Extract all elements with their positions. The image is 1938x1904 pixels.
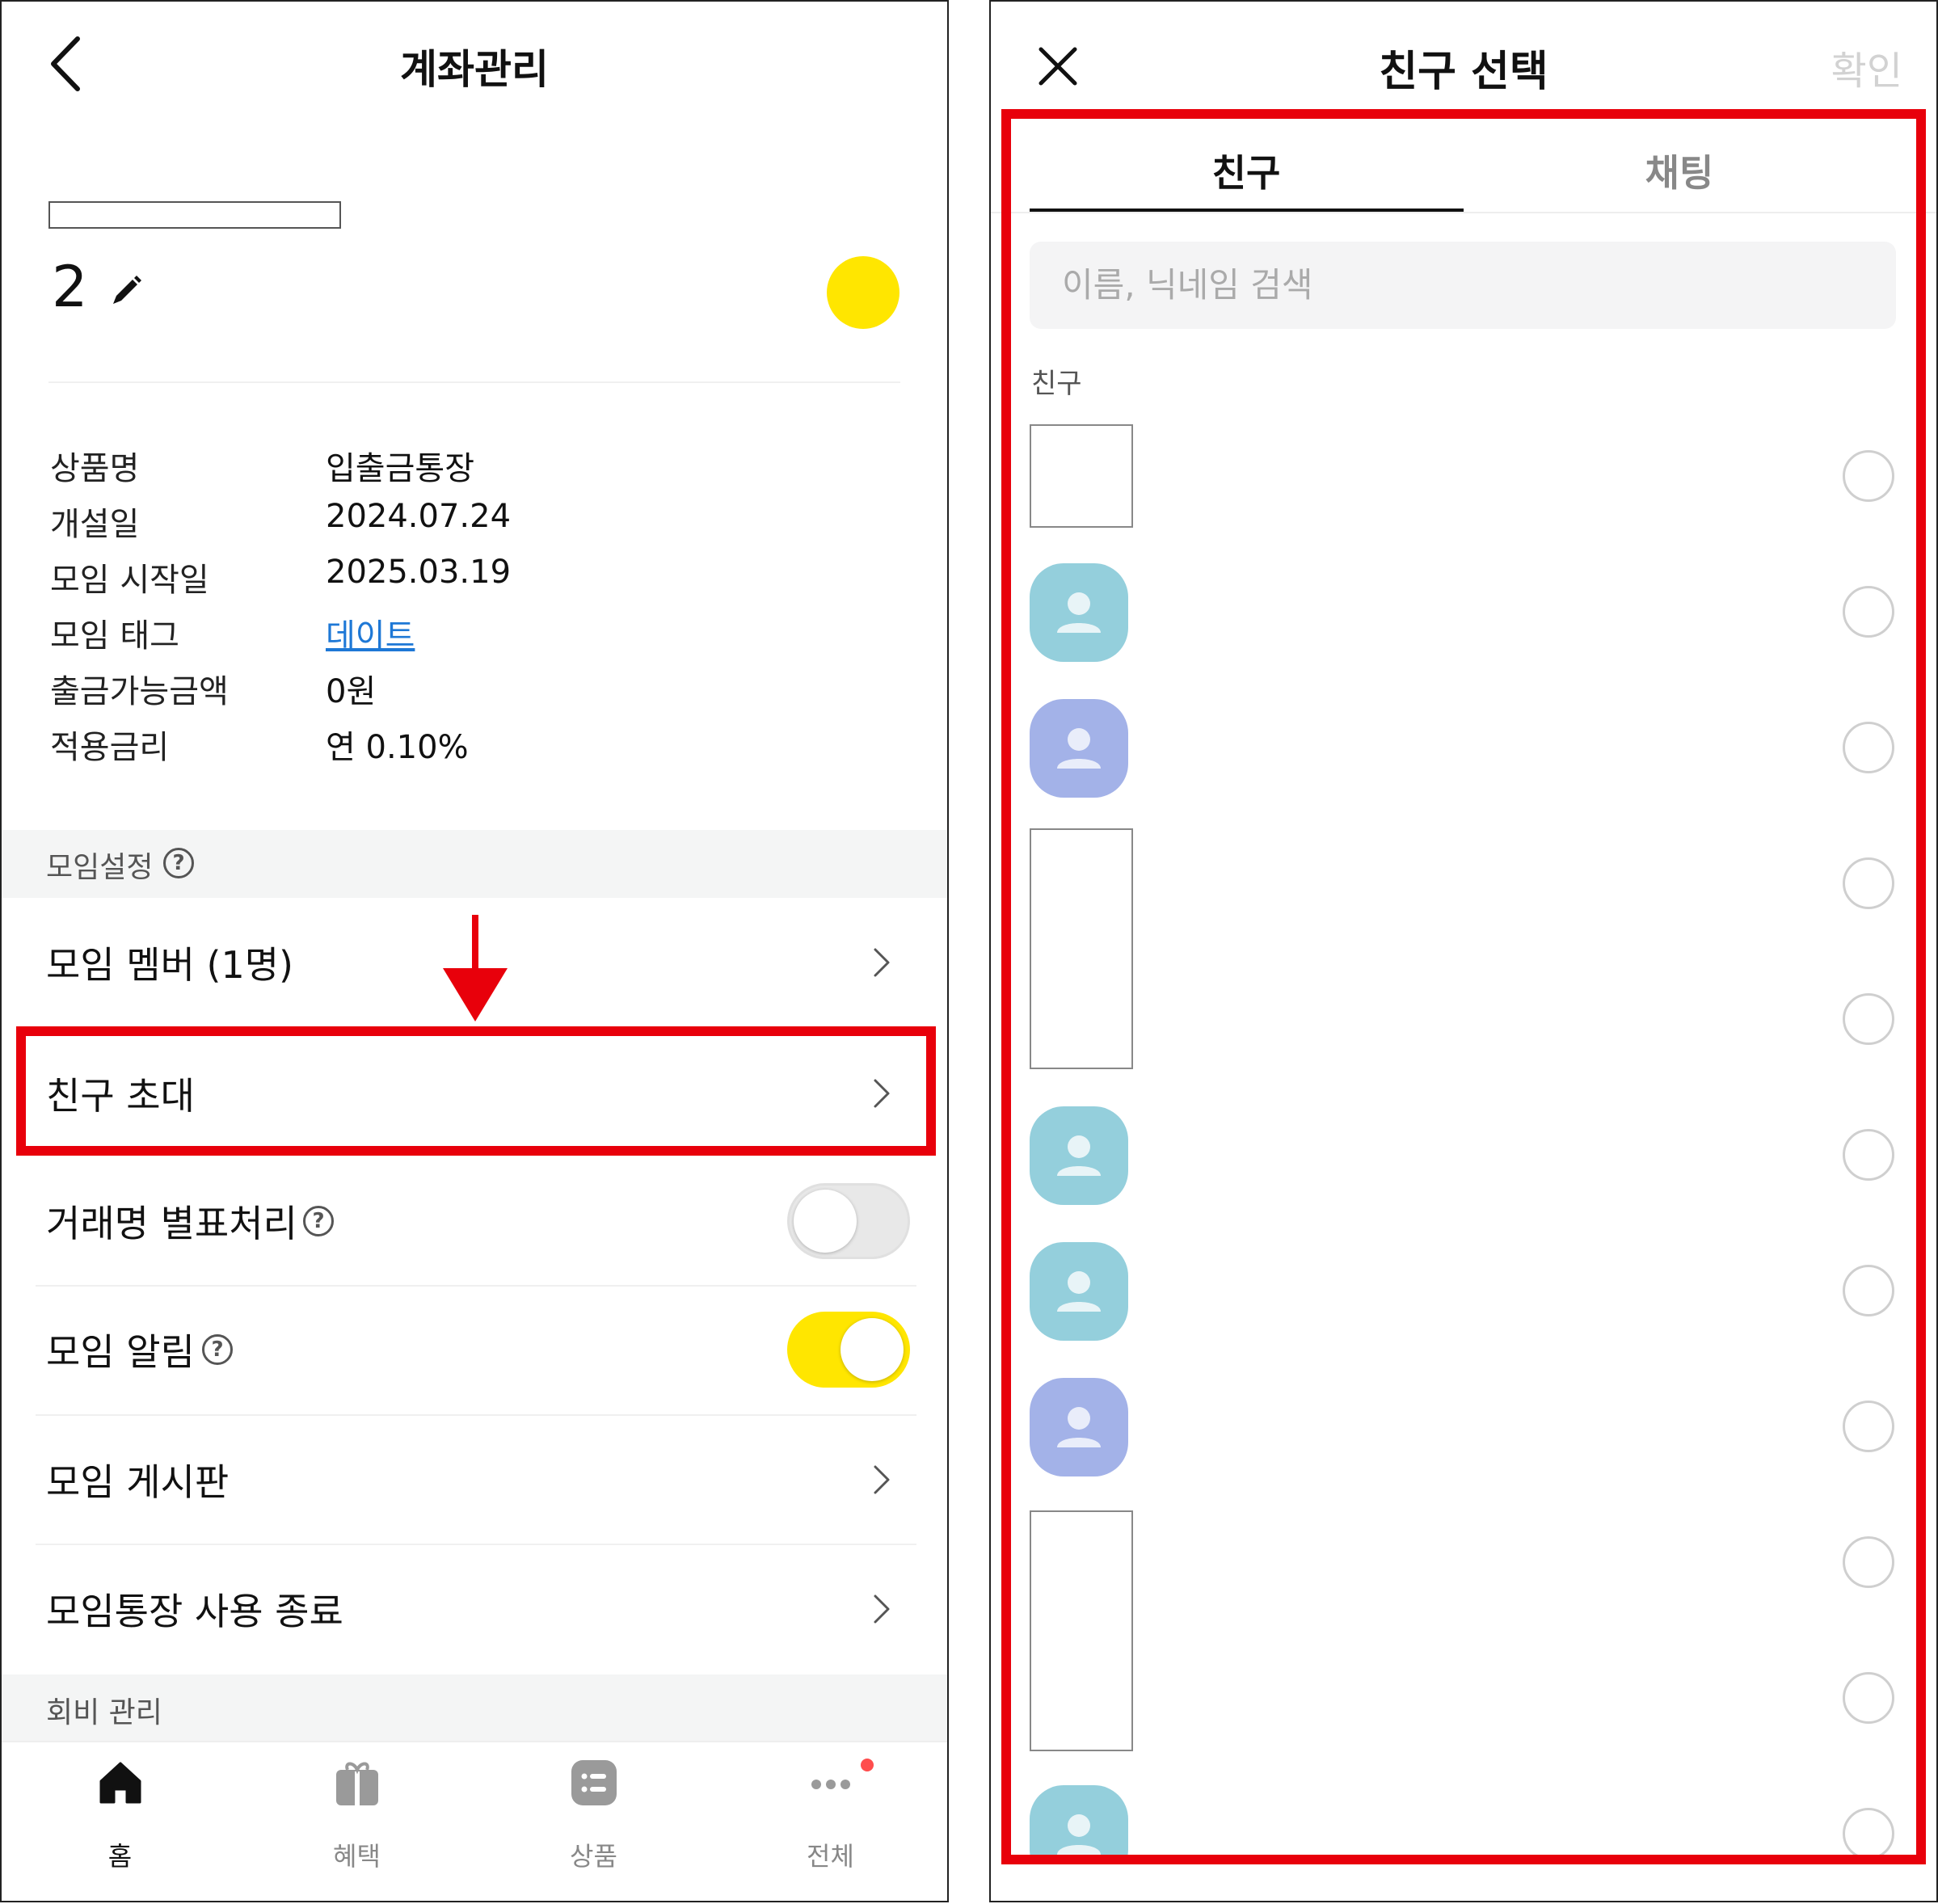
mask-names-toggle[interactable]	[787, 1183, 910, 1259]
tab-products[interactable]: 상품	[475, 1742, 712, 1901]
tab-label: 전체	[807, 1841, 854, 1872]
info-value: 0원	[326, 673, 377, 710]
section-label: 회비 관리	[46, 1696, 162, 1729]
info-value: 입출금통장	[326, 450, 474, 487]
account-number: 2	[52, 254, 88, 320]
tab-all[interactable]: 전체	[712, 1742, 947, 1901]
account-name-placeholder	[48, 201, 341, 229]
info-label: 모임 시작일	[50, 562, 209, 599]
tab-benefits[interactable]: 혜택	[238, 1742, 475, 1901]
tab-label: 상품	[570, 1841, 617, 1872]
info-label: 적용금리	[50, 729, 170, 766]
pencil-icon[interactable]	[110, 275, 142, 307]
highlight-box-annotation	[16, 1026, 936, 1156]
confirm-button[interactable]: 확인	[1831, 39, 1902, 95]
info-row-opened: 개설일 2024.07.24	[50, 498, 858, 546]
info-label: 상품명	[50, 450, 140, 487]
tag-link[interactable]: 데이트	[326, 609, 415, 656]
help-icon[interactable]: ?	[202, 1334, 233, 1365]
list-clip	[991, 1864, 1936, 1901]
info-value: 연 0.10%	[326, 729, 469, 766]
info-label: 출금가능금액	[50, 673, 229, 710]
menu-label: 모임 게시판	[46, 1460, 230, 1504]
info-row-balance: 출금가능금액 0원	[50, 665, 858, 714]
page-title: 계좌관리	[400, 46, 549, 93]
home-icon	[99, 1762, 141, 1804]
gift-icon	[335, 1762, 378, 1805]
help-icon[interactable]: ?	[303, 1206, 334, 1236]
info-value: 2025.03.19	[326, 554, 512, 591]
chevron-right-icon	[874, 948, 890, 977]
page-title: 친구 선택	[1379, 48, 1548, 96]
toggle-knob	[794, 1190, 857, 1253]
menu-label: 모임 알림	[46, 1330, 195, 1374]
menu-label: 거래명 별표처리	[46, 1202, 297, 1245]
info-value: 2024.07.24	[326, 498, 512, 535]
section-label: 모임설정	[46, 851, 154, 884]
toggle-knob	[841, 1318, 904, 1381]
info-row-tag: 모임 태그 데이트	[50, 609, 858, 658]
notification-dot	[861, 1759, 874, 1771]
info-label: 개설일	[50, 506, 140, 543]
menu-item-end-group-account[interactable]: 모임통장 사용 종료	[2, 1545, 947, 1673]
tab-label: 혜택	[333, 1841, 381, 1872]
red-arrow-annotation	[443, 915, 508, 1022]
account-management-screen: 계좌관리 2 상품명 입출금통장 개설일 2024.07.24 모임 시작일 2…	[0, 0, 949, 1902]
highlight-box-annotation	[1001, 109, 1926, 1864]
info-row-product: 상품명 입출금통장	[50, 442, 858, 491]
info-row-rate: 적용금리 연 0.10%	[50, 721, 858, 769]
group-alerts-toggle[interactable]	[787, 1312, 910, 1388]
menu-item-mask-transaction-names: 거래명 별표처리 ?	[2, 1157, 947, 1285]
menu-item-group-alerts: 모임 알림 ?	[2, 1286, 947, 1413]
info-label: 모임 태그	[50, 617, 179, 655]
section-header-fees: 회비 관리	[2, 1674, 947, 1742]
help-icon[interactable]: ?	[163, 848, 194, 878]
section-header-settings: 모임설정 ?	[2, 830, 947, 898]
info-row-start: 모임 시작일 2025.03.19	[50, 554, 858, 602]
header: 계좌관리	[2, 2, 947, 123]
divider	[48, 381, 900, 383]
menu-label: 모임통장 사용 종료	[46, 1590, 343, 1633]
list-icon	[571, 1760, 617, 1805]
chevron-right-icon	[874, 1594, 890, 1624]
account-color-dot	[827, 256, 899, 329]
tab-home[interactable]: 홈	[2, 1742, 238, 1901]
chevron-right-icon	[874, 1465, 890, 1494]
more-dots-icon	[811, 1780, 850, 1789]
bottom-tab-bar: 홈 혜택 상품 전체	[2, 1741, 947, 1901]
friend-select-screen: 친구 선택 확인 친구 채팅 친구	[989, 0, 1938, 1902]
menu-item-board[interactable]: 모임 게시판	[2, 1416, 947, 1544]
tab-label: 홈	[107, 1841, 133, 1872]
menu-label: 모임 멤버 (1명)	[46, 943, 294, 987]
